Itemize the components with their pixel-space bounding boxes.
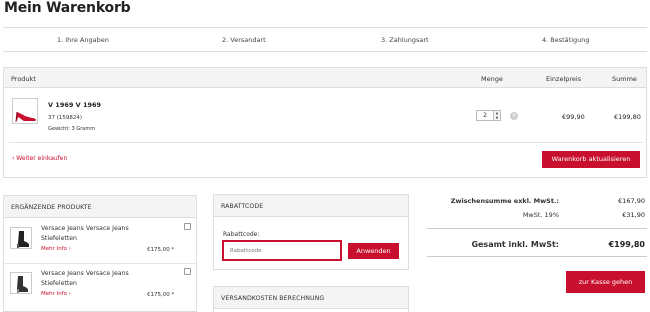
step-2: 2. Versandart <box>222 36 266 44</box>
cart-table: Produkt Menge Einzelpreis Summe V 1969 V… <box>3 67 647 178</box>
total-value: €199,80 <box>608 240 645 249</box>
cross-product-name[interactable]: Versace Jeans Versace Jeans Stiefeletten <box>41 269 151 289</box>
product-image[interactable] <box>10 272 32 294</box>
tax-label: MwSt. 19% <box>522 211 559 219</box>
step-3: 3. Zahlungsart <box>381 36 429 44</box>
more-info-link[interactable]: Mehr Info › <box>41 291 71 297</box>
step-1: 1. Ihre Angaben <box>57 36 109 44</box>
shipping-calc-box[interactable]: VERSANDKOSTEN BERECHNUNG <box>213 286 409 312</box>
product-name[interactable]: V 1969 V 1969 <box>48 101 101 109</box>
total-label: Gesamt inkl. MwSt: <box>471 240 559 249</box>
tax-value: €31,90 <box>622 211 645 219</box>
line-total: €199,80 <box>614 113 641 121</box>
quantity-input[interactable] <box>476 110 494 121</box>
quantity-spinner-icon[interactable]: ▲ ▼ <box>494 110 501 121</box>
coupon-header: RABATTCODE <box>214 195 408 217</box>
apply-coupon-button[interactable]: Anwenden <box>348 243 399 259</box>
coupon-title: RABATTCODE <box>221 203 264 210</box>
page-title: Mein Warenkorb <box>4 0 131 16</box>
cross-product-name[interactable]: Versace Jeans Versace Jeans Stiefeletten <box>41 224 151 244</box>
product-weight: Gewicht: 3 Gramm <box>48 126 96 132</box>
shipping-calc-header[interactable]: VERSANDKOSTEN BERECHNUNG <box>214 287 408 309</box>
divider <box>427 228 647 229</box>
product-image[interactable] <box>12 98 38 124</box>
coupon-box: RABATTCODE Rabattcode: Anwenden <box>213 194 409 270</box>
select-checkbox[interactable] <box>184 268 191 275</box>
divider <box>427 256 647 257</box>
cross-selling-header: ERGÄNZENDE PRODUKTE <box>4 196 196 218</box>
subtotal-label: Zwischensumme exkl. MwSt.: <box>450 197 559 205</box>
cross-selling-box: ERGÄNZENDE PRODUKTE Versace Jeans Versac… <box>3 195 197 312</box>
col-qty: Menge <box>481 75 503 83</box>
divider <box>9 142 643 143</box>
step-4: 4. Bestätigung <box>542 36 590 44</box>
checkout-steps: 1. Ihre Angaben 2. Versandart 3. Zahlung… <box>3 27 647 52</box>
cross-selling-title: ERGÄNZENDE PRODUKTE <box>11 204 92 211</box>
more-info-link[interactable]: Mehr Info › <box>41 246 71 252</box>
cart-table-header: Produkt Menge Einzelpreis Summe <box>4 68 646 88</box>
checkout-button[interactable]: zur Kasse gehen <box>566 271 645 293</box>
shipping-calc-title: VERSANDKOSTEN BERECHNUNG <box>221 295 325 302</box>
delete-item-icon[interactable]: × <box>510 112 518 120</box>
select-checkbox[interactable] <box>184 223 191 230</box>
coupon-input[interactable] <box>222 240 342 261</box>
list-item: Versace Jeans Versace Jeans Stiefeletten… <box>4 219 196 263</box>
subtotal-value: €167,90 <box>618 197 645 205</box>
col-sum: Summe <box>612 75 637 83</box>
cross-product-price: €175,00 * <box>147 247 175 253</box>
product-variant: 37 (159824) <box>48 115 83 121</box>
update-cart-button[interactable]: Warenkorb aktualisieren <box>542 151 640 168</box>
product-image[interactable] <box>10 227 32 249</box>
cross-product-price: €175,00 * <box>147 292 175 298</box>
col-unit-price: Einzelpreis <box>546 75 582 83</box>
col-product: Produkt <box>11 75 36 83</box>
list-item: Versace Jeans Versace Jeans Stiefeletten… <box>4 263 196 307</box>
coupon-label: Rabattcode: <box>223 231 260 238</box>
continue-shopping-link[interactable]: ‹ Weiter einkaufen <box>12 155 67 162</box>
unit-price: €99,90 <box>562 113 585 121</box>
